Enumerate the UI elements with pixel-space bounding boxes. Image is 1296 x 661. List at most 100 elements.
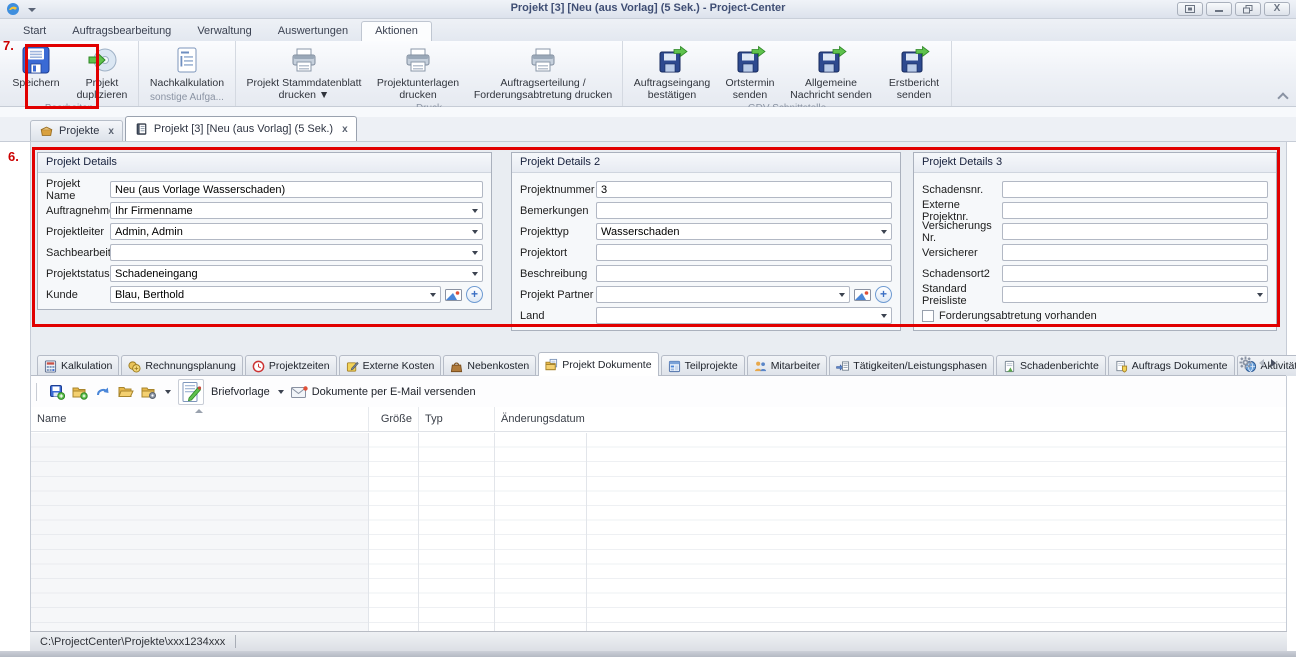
ribbon-group-bearbeiten: Speichern Projekt duplizieren Bearbeiten (0, 41, 139, 106)
fullscreen-button[interactable] (1177, 2, 1203, 16)
ribbon-tab-aktionen[interactable]: Aktionen (361, 21, 432, 41)
chevron-down-icon (472, 272, 478, 276)
close-tab-icon[interactable]: x (342, 124, 348, 135)
auftragseingang-bestaetigen-button[interactable]: Auftragseingang bestätigen (626, 43, 718, 102)
projekt-duplizieren-button[interactable]: Projekt duplizieren (69, 43, 135, 102)
nachkalkulation-button[interactable]: Nachkalkulation (142, 43, 232, 89)
ribbon-tab-start[interactable]: Start (10, 22, 59, 41)
auftragserteilung-drucken-button[interactable]: Auftragserteilung / Forderungsabtretung … (467, 43, 619, 102)
projekttyp-combo[interactable]: Wasserschaden (596, 223, 892, 240)
floppy-send-icon (656, 44, 688, 76)
beschreibung-input[interactable] (596, 265, 892, 282)
bag-icon (450, 360, 463, 373)
annotation-step-7: 7. (3, 38, 14, 53)
tab-auftrags-dokumente[interactable]: Auftrags Dokumente (1108, 355, 1235, 376)
collapse-ribbon-icon[interactable] (1278, 92, 1288, 100)
tab-projekt-dokumente[interactable]: Projekt Dokumente (538, 352, 658, 376)
documents-table-body[interactable] (31, 433, 1286, 631)
column-header-typ[interactable]: Typ (418, 407, 494, 431)
projektnummer-input[interactable] (596, 181, 892, 198)
tab-schadenberichte[interactable]: Schadenberichte (996, 355, 1106, 376)
add-kunde-button[interactable]: + (466, 286, 483, 303)
ribbon-tab-auswertungen[interactable]: Auswertungen (265, 22, 361, 41)
land-combo[interactable] (596, 307, 892, 324)
versicherungs-nr-input[interactable] (1002, 223, 1268, 240)
chevron-down-icon (839, 293, 845, 297)
column-header-groesse[interactable]: Größe (368, 407, 418, 431)
tab-kalkulation[interactable]: Kalkulation (37, 355, 119, 376)
tab-rechnungsplanung[interactable]: Rechnungsplanung (121, 355, 243, 376)
close-tab-icon[interactable]: x (108, 126, 114, 137)
people-icon (754, 360, 767, 373)
ribbon: Speichern Projekt duplizieren Bearbeiten… (0, 41, 1296, 107)
field-row: Versicherungs Nr. (922, 221, 1268, 242)
field-row: Projekt Name (46, 179, 483, 200)
undo-arrow-icon[interactable] (95, 384, 111, 400)
versicherer-input[interactable] (1002, 244, 1268, 261)
schadensort2-input[interactable] (1002, 265, 1268, 282)
project-path: C:\ProjectCenter\Projekte\xxx1234xxx (40, 636, 225, 648)
projektunterlagen-drucken-button[interactable]: Projektunterlagen drucken (369, 43, 467, 102)
projektstatus-combo[interactable]: Schadeneingang (110, 265, 483, 282)
sachbearbeiter-combo[interactable] (110, 244, 483, 261)
ortstermin-senden-button[interactable]: Ortstermin senden (718, 43, 782, 102)
schadensnr-input[interactable] (1002, 181, 1268, 198)
tab-scroll-left-icon[interactable] (1259, 359, 1264, 367)
bemerkungen-input[interactable] (596, 202, 892, 219)
contact-card-icon[interactable] (854, 288, 871, 302)
field-row: Forderungsabtretung vorhanden (922, 305, 1268, 326)
projektleiter-combo[interactable]: Admin, Admin (110, 223, 483, 240)
floppy-send-icon (898, 44, 930, 76)
standard-preisliste-combo[interactable] (1002, 286, 1268, 303)
auftragnehmer-combo[interactable]: Ihr Firmenname (110, 202, 483, 219)
coins-icon (128, 360, 141, 373)
report-doc-icon (1003, 360, 1016, 373)
column-header-name[interactable]: Name (31, 407, 368, 431)
sorted-name-column (31, 433, 368, 631)
minimize-button[interactable] (1206, 2, 1232, 16)
projekt-partner-combo[interactable] (596, 286, 850, 303)
kunde-combo[interactable]: Blau, Berthold (110, 286, 441, 303)
chevron-down-icon (1257, 293, 1263, 297)
tab-projektzeiten[interactable]: Projektzeiten (245, 355, 337, 376)
tab-nebenkosten[interactable]: Nebenkosten (443, 355, 536, 376)
toolbar-grip[interactable] (36, 383, 39, 401)
forderungsabtretung-checkbox[interactable] (922, 310, 934, 322)
section-projekt-details-2: Projekt Details 2 Projektnummer Bemerkun… (511, 152, 901, 331)
tab-mitarbeiter[interactable]: Mitarbeiter (747, 355, 828, 376)
ribbon-tab-verwaltung[interactable]: Verwaltung (184, 22, 264, 41)
open-folder-icon[interactable] (118, 384, 134, 400)
projektort-input[interactable] (596, 244, 892, 261)
chevron-down-icon (472, 209, 478, 213)
allgemeine-nachricht-senden-button[interactable]: Allgemeine Nachricht senden (782, 43, 880, 102)
briefvorlage-button[interactable]: Briefvorlage (211, 386, 284, 398)
tab-settings-gear-icon[interactable] (1239, 356, 1252, 369)
detail-tab-strip: Kalkulation Rechnungsplanung Projektzeit… (37, 352, 1296, 376)
folder-options-button[interactable] (141, 384, 171, 400)
stammdatenblatt-drucken-button[interactable]: Projekt Stammdatenblatt drucken ▼ (239, 43, 369, 102)
ribbon-tab-auftragsbearbeitung[interactable]: Auftragsbearbeitung (59, 22, 184, 41)
save-document-icon[interactable] (49, 384, 65, 400)
doc-tab-projekte[interactable]: Projekte x (30, 120, 123, 141)
restore-button[interactable] (1235, 2, 1261, 16)
field-row: Land (520, 305, 892, 326)
erstbericht-senden-button[interactable]: Erstbericht senden (880, 43, 948, 102)
add-partner-button[interactable]: + (875, 286, 892, 303)
ribbon-group-gdv: Auftragseingang bestätigen Ortstermin se… (623, 41, 952, 106)
phases-list-icon (836, 360, 849, 373)
doc-tab-projekt-detail[interactable]: Projekt [3] [Neu (aus Vorlag] (5 Sek.) x (125, 116, 357, 141)
field-row: Beschreibung (520, 263, 892, 284)
tab-scroll-right-icon[interactable] (1271, 359, 1276, 367)
projekt-name-input[interactable] (110, 181, 483, 198)
column-header-aenderungsdatum[interactable]: Änderungsdatum (494, 407, 586, 431)
tab-teilprojekte[interactable]: Teilprojekte (661, 355, 745, 376)
tab-taetigkeiten[interactable]: Tätigkeiten/Leistungsphasen (829, 355, 994, 376)
externe-projektnr-input[interactable] (1002, 202, 1268, 219)
contact-card-icon[interactable] (445, 288, 462, 302)
field-row: Projektleiter Admin, Admin (46, 221, 483, 242)
tab-externe-kosten[interactable]: Externe Kosten (339, 355, 442, 376)
checkin-folder-icon[interactable] (72, 384, 88, 400)
email-versenden-button[interactable]: Dokumente per E-Mail versenden (291, 385, 476, 399)
field-row: Schadensnr. (922, 179, 1268, 200)
close-button[interactable]: X (1264, 2, 1290, 16)
